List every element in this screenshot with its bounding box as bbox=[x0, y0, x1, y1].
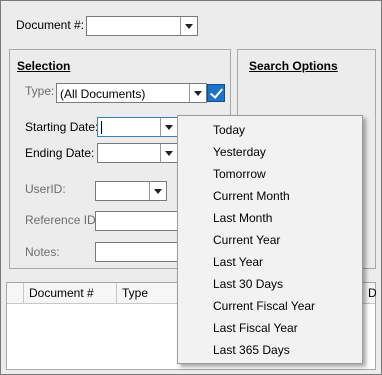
reference-id-field[interactable] bbox=[95, 211, 185, 231]
userid-label: UserID: bbox=[25, 182, 66, 196]
column-header-label: Type bbox=[122, 286, 149, 300]
dropdown-item-last-365-days[interactable]: Last 365 Days bbox=[213, 343, 290, 357]
type-checkbox[interactable] bbox=[207, 84, 225, 102]
dropdown-item-current-year[interactable]: Current Year bbox=[213, 233, 280, 247]
dropdown-item-last-year[interactable]: Last Year bbox=[213, 255, 263, 269]
userid-combo[interactable] bbox=[95, 181, 167, 201]
dropdown-item-today[interactable]: Today bbox=[213, 123, 245, 137]
notes-field[interactable] bbox=[95, 242, 185, 262]
ending-date-combo[interactable] bbox=[97, 143, 178, 163]
type-value: (All Documents) bbox=[60, 87, 146, 101]
starting-date-label: Starting Date: bbox=[25, 120, 99, 134]
chevron-down-icon[interactable] bbox=[180, 17, 197, 35]
reference-id-label: Reference ID: bbox=[25, 213, 100, 227]
grid-row-header-cell bbox=[7, 283, 24, 303]
chevron-down-icon[interactable] bbox=[149, 182, 166, 200]
ending-date-label: Ending Date: bbox=[25, 146, 95, 160]
chevron-down-icon[interactable] bbox=[160, 144, 177, 162]
type-combo[interactable]: (All Documents) bbox=[56, 83, 207, 103]
search-options-title: Search Options bbox=[249, 59, 338, 73]
dropdown-item-current-fiscal-year[interactable]: Current Fiscal Year bbox=[213, 299, 315, 313]
dropdown-item-yesterday[interactable]: Yesterday bbox=[213, 145, 266, 159]
dropdown-item-last-fiscal-year[interactable]: Last Fiscal Year bbox=[213, 321, 298, 335]
document-number-combo[interactable] bbox=[86, 16, 198, 36]
dropdown-item-tomorrow[interactable]: Tomorrow bbox=[213, 167, 266, 181]
notes-label: Notes: bbox=[25, 245, 60, 259]
selection-title: Selection bbox=[17, 59, 71, 73]
document-search-window: Document #: Selection Type: (All Documen… bbox=[0, 0, 382, 375]
starting-date-combo[interactable] bbox=[97, 117, 178, 137]
dropdown-item-last-30-days[interactable]: Last 30 Days bbox=[213, 277, 283, 291]
dropdown-item-last-month[interactable]: Last Month bbox=[213, 211, 272, 225]
column-header-document[interactable]: Document # bbox=[24, 283, 117, 303]
document-number-label: Document #: bbox=[16, 18, 85, 32]
text-caret bbox=[101, 121, 102, 134]
chevron-down-icon[interactable] bbox=[189, 84, 206, 102]
column-header-label: D bbox=[368, 286, 377, 300]
column-header-label: Document # bbox=[29, 286, 94, 300]
type-label: Type: bbox=[25, 84, 55, 98]
chevron-down-icon[interactable] bbox=[160, 118, 177, 136]
dropdown-gutter bbox=[178, 116, 206, 363]
date-range-dropdown[interactable]: Today Yesterday Tomorrow Current Month L… bbox=[177, 115, 363, 364]
dropdown-item-current-month[interactable]: Current Month bbox=[213, 189, 290, 203]
